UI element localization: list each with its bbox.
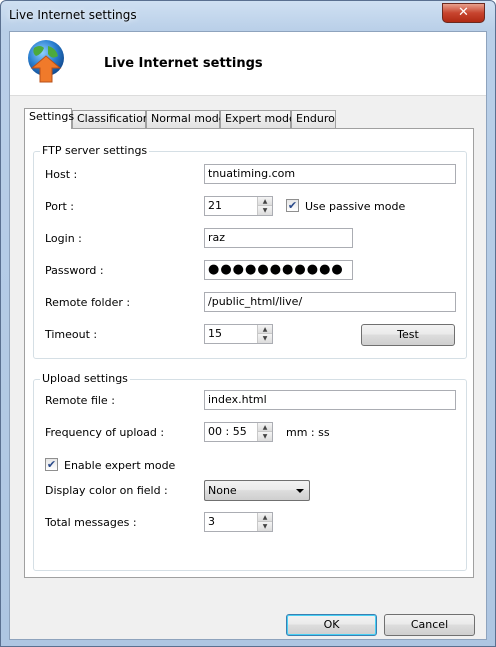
ftp-group-title: FTP server settings: [40, 144, 150, 157]
login-input[interactable]: raz: [204, 228, 353, 248]
tab-label: Normal mode: [151, 112, 226, 125]
chevron-down-icon: [296, 489, 304, 493]
globe-upload-icon: [28, 40, 64, 83]
tab-label: Classification: [77, 112, 150, 125]
password-label: Password :: [45, 264, 104, 277]
tab-label: Expert mode: [225, 112, 296, 125]
passive-mode-label: Use passive mode: [305, 200, 406, 213]
frequency-spinner[interactable]: 00 : 55 ▲ ▼: [204, 422, 273, 442]
tab-enduro[interactable]: Enduro: [291, 110, 336, 128]
cancel-button[interactable]: Cancel: [384, 614, 475, 636]
tab-label: Settings: [29, 110, 75, 123]
display-color-select[interactable]: None: [204, 480, 310, 501]
total-messages-spinner[interactable]: 3 ▲ ▼: [204, 512, 273, 532]
tab-classification[interactable]: Classification: [72, 110, 150, 128]
host-input[interactable]: tnuatiming.com: [204, 164, 456, 184]
title-bar[interactable]: Live Internet settings ✕: [1, 1, 495, 31]
display-color-value: None: [208, 484, 237, 497]
remote-folder-input[interactable]: /public_html/live/: [204, 292, 456, 312]
port-spinner-arrows: ▲ ▼: [257, 197, 272, 215]
close-button[interactable]: ✕: [442, 3, 485, 23]
ok-button[interactable]: OK: [286, 614, 377, 636]
tab-label: Enduro: [296, 112, 335, 125]
spin-down-icon[interactable]: ▼: [258, 432, 272, 441]
spin-down-icon[interactable]: ▼: [258, 206, 272, 215]
upload-group: Upload settings Remote file : index.html…: [33, 372, 467, 571]
frequency-label: Frequency of upload :: [45, 426, 165, 439]
upload-group-title: Upload settings: [40, 372, 130, 385]
frequency-spinner-arrows: ▲ ▼: [257, 423, 272, 441]
timeout-spinner[interactable]: 15 ▲ ▼: [204, 324, 273, 344]
test-button[interactable]: Test: [361, 324, 455, 346]
remote-file-input[interactable]: index.html: [204, 390, 456, 410]
header-band: Live Internet settings: [10, 32, 486, 96]
tab-normal-mode[interactable]: Normal mode: [146, 110, 226, 128]
spin-down-icon[interactable]: ▼: [258, 522, 272, 531]
timeout-label: Timeout :: [45, 328, 98, 341]
timeout-value: 15: [208, 327, 222, 340]
port-value: 21: [208, 199, 222, 212]
tab-settings[interactable]: Settings: [24, 108, 75, 129]
total-messages-label: Total messages :: [45, 516, 137, 529]
frequency-unit: mm : ss: [286, 426, 330, 439]
window-title: Live Internet settings: [9, 8, 137, 22]
frequency-value: 00 : 55: [208, 425, 247, 438]
display-color-label: Display color on field :: [45, 484, 168, 497]
spin-up-icon[interactable]: ▲: [258, 423, 272, 432]
expert-mode-checkbox[interactable]: ✔: [45, 458, 58, 471]
dialog-client: Live Internet settings Settings Classifi…: [9, 31, 487, 640]
spin-up-icon[interactable]: ▲: [258, 197, 272, 206]
dialog-window: Live Internet settings ✕ Live Internet s…: [0, 0, 496, 647]
host-label: Host :: [45, 168, 78, 181]
tab-expert-mode[interactable]: Expert mode: [220, 110, 296, 128]
remote-folder-label: Remote folder :: [45, 296, 131, 309]
spin-up-icon[interactable]: ▲: [258, 513, 272, 522]
ftp-group: FTP server settings Host : tnuatiming.co…: [33, 144, 467, 359]
settings-panel: FTP server settings Host : tnuatiming.co…: [24, 128, 474, 578]
spin-down-icon[interactable]: ▼: [258, 334, 272, 343]
login-label: Login :: [45, 232, 82, 245]
timeout-spinner-arrows: ▲ ▼: [257, 325, 272, 343]
close-icon: ✕: [458, 5, 469, 20]
total-messages-spinner-arrows: ▲ ▼: [257, 513, 272, 531]
spin-up-icon[interactable]: ▲: [258, 325, 272, 334]
port-spinner[interactable]: 21 ▲ ▼: [204, 196, 273, 216]
remote-file-label: Remote file :: [45, 394, 115, 407]
header-title: Live Internet settings: [104, 56, 263, 71]
port-label: Port :: [45, 200, 75, 213]
expert-mode-label: Enable expert mode: [64, 459, 176, 472]
password-input[interactable]: ●●●●●●●●●●●: [204, 260, 353, 280]
passive-mode-checkbox[interactable]: ✔: [286, 199, 299, 212]
total-messages-value: 3: [208, 515, 215, 528]
